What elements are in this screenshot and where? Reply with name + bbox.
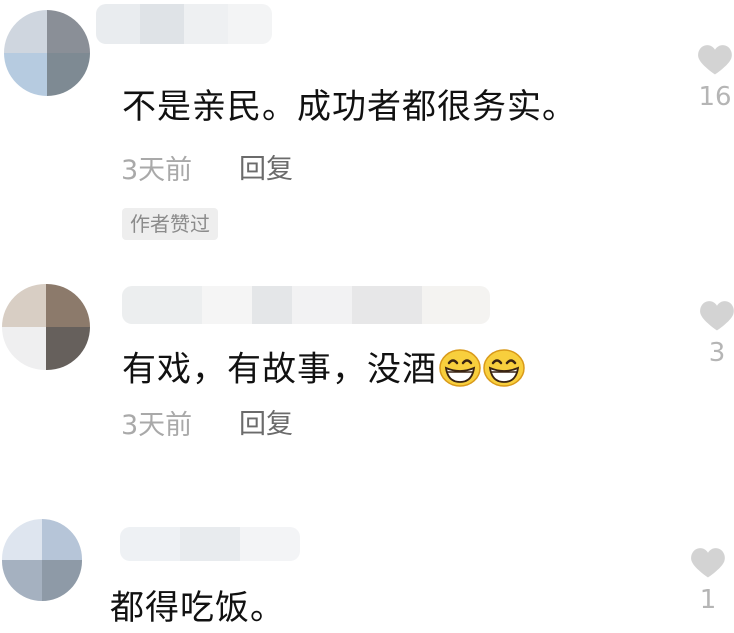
comment-text-content: 有戏，有故事，没酒: [122, 349, 437, 390]
username-blurred[interactable]: [122, 286, 490, 324]
reply-button[interactable]: 回复: [239, 156, 293, 183]
grinning-face-emoji: [439, 349, 481, 393]
avatar[interactable]: [4, 10, 90, 96]
avatar[interactable]: [2, 284, 90, 370]
heart-icon: [698, 45, 732, 75]
heart-icon: [691, 548, 725, 578]
reply-button[interactable]: 回复: [239, 411, 293, 438]
comment-text: 有戏，有故事，没酒: [122, 349, 525, 393]
comment-time: 3天前: [121, 155, 193, 186]
comment-time: 3天前: [121, 410, 193, 441]
comment-text: 不是亲民。成功者都很务实。: [122, 87, 577, 127]
like-count: 16: [698, 82, 732, 112]
heart-icon: [700, 301, 734, 331]
grinning-face-emoji: [483, 349, 525, 393]
comment-item: 不是亲民。成功者都很务实。 3天前 回复 作者赞过 16: [0, 0, 734, 255]
like-button[interactable]: 1: [688, 545, 728, 613]
comment-item: 都得吃饭。 1: [0, 505, 734, 633]
like-count: 1: [699, 585, 717, 615]
username-blurred[interactable]: [96, 4, 272, 44]
username-blurred[interactable]: [120, 527, 300, 561]
comment-item: 有戏，有故事，没酒 3天前 回复 3: [0, 270, 734, 470]
like-button[interactable]: 3: [697, 298, 734, 366]
avatar[interactable]: [2, 519, 82, 601]
author-liked-badge: 作者赞过: [122, 208, 218, 240]
like-count: 3: [708, 338, 726, 368]
like-button[interactable]: 16: [695, 42, 734, 110]
comment-text: 都得吃饭。: [110, 588, 285, 628]
